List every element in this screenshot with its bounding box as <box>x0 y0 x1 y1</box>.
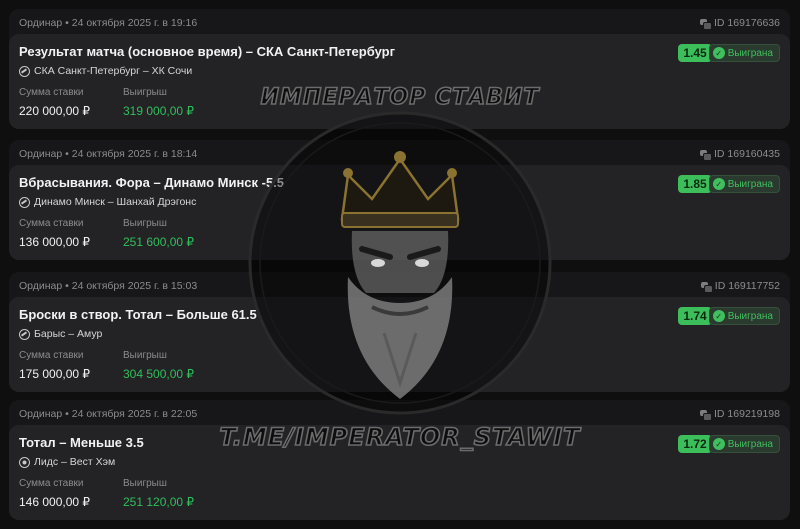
win-value: 319 000,00 ₽ <box>123 104 195 118</box>
copy-icon <box>700 149 713 161</box>
status-text: Выиграна <box>727 178 773 190</box>
bet-id[interactable]: ID 169219198 <box>700 408 780 421</box>
bet-title: Броски в створ. Тотал – Больше 61.5 <box>19 307 257 322</box>
bet-id[interactable]: ID 169117752 <box>700 280 780 293</box>
stake-value: 175 000,00 ₽ <box>19 367 91 381</box>
bet-card[interactable]: Тотал – Меньше 3.5 Лидс – Вест Хэм Сумма… <box>9 425 790 520</box>
bet-id[interactable]: ID 169176636 <box>700 17 780 30</box>
check-icon: ✓ <box>712 178 725 190</box>
bet-match: Динамо Минск – Шанхай Дрэгонс <box>19 196 196 208</box>
bet-match-text: СКА Санкт-Петербург – ХК Сочи <box>34 65 193 77</box>
bet-card[interactable]: Результат матча (основное время) – СКА С… <box>9 34 790 129</box>
stake-value: 146 000,00 ₽ <box>19 495 91 509</box>
status-badge: ✓ Выиграна <box>708 175 780 193</box>
copy-icon <box>700 18 713 30</box>
bet-meta: Ординар • 24 октября 2025 г. в 18:14 <box>19 148 198 160</box>
bet-meta: Ординар • 24 октября 2025 г. в 15:03 <box>19 280 198 292</box>
bet-match: СКА Санкт-Петербург – ХК Сочи <box>19 65 192 77</box>
bet-match-text: Лидс – Вест Хэм <box>34 456 116 468</box>
bet-id-text: ID 169160435 <box>714 148 780 160</box>
check-icon: ✓ <box>712 47 725 59</box>
bet-item[interactable]: Ординар • 24 октября 2025 г. в 15:03 ID … <box>9 272 790 392</box>
win-label: Выигрыш <box>123 350 167 361</box>
soccer-ball-icon <box>19 456 30 468</box>
bet-title: Результат матча (основное время) – СКА С… <box>19 44 395 59</box>
stake-value: 220 000,00 ₽ <box>19 104 91 118</box>
copy-icon <box>700 281 713 293</box>
hockey-puck-icon <box>19 65 30 77</box>
hockey-puck-icon <box>19 196 30 208</box>
odds-badge: 1.85 <box>678 175 712 193</box>
stake-label: Сумма ставки <box>19 478 84 489</box>
odds-badge: 1.72 <box>678 435 712 453</box>
check-icon: ✓ <box>712 310 725 322</box>
odds-badge: 1.74 <box>678 307 712 325</box>
stake-label: Сумма ставки <box>19 218 84 229</box>
win-value: 251 600,00 ₽ <box>123 235 195 249</box>
bet-title: Тотал – Меньше 3.5 <box>19 435 144 450</box>
bet-id-text: ID 169176636 <box>714 17 780 29</box>
bet-id-text: ID 169219198 <box>714 408 780 420</box>
bet-card[interactable]: Вбрасывания. Фора – Динамо Минск -5.5 Ди… <box>9 165 790 260</box>
bet-item[interactable]: Ординар • 24 октября 2025 г. в 18:14 ID … <box>9 140 790 260</box>
bet-item[interactable]: Ординар • 24 октября 2025 г. в 19:16 ID … <box>9 9 790 129</box>
stake-value: 136 000,00 ₽ <box>19 235 91 249</box>
bet-id[interactable]: ID 169160435 <box>700 148 780 161</box>
bet-meta: Ординар • 24 октября 2025 г. в 22:05 <box>19 408 198 420</box>
stake-label: Сумма ставки <box>19 350 84 361</box>
status-text: Выиграна <box>727 310 773 322</box>
win-value: 304 500,00 ₽ <box>123 367 195 381</box>
bet-match-text: Динамо Минск – Шанхай Дрэгонс <box>34 196 197 208</box>
status-badge: ✓ Выиграна <box>708 307 780 325</box>
win-label: Выигрыш <box>123 87 167 98</box>
bet-item[interactable]: Ординар • 24 октября 2025 г. в 22:05 ID … <box>9 400 790 520</box>
copy-icon <box>700 409 713 421</box>
win-label: Выигрыш <box>123 218 167 229</box>
bet-match: Барыс – Амур <box>19 328 102 340</box>
bet-match-text: Барыс – Амур <box>34 328 103 340</box>
odds-badge: 1.45 <box>678 44 712 62</box>
status-text: Выиграна <box>727 47 773 59</box>
stake-label: Сумма ставки <box>19 87 84 98</box>
win-label: Выигрыш <box>123 478 167 489</box>
bet-title: Вбрасывания. Фора – Динамо Минск -5.5 <box>19 175 285 190</box>
bet-card[interactable]: Броски в створ. Тотал – Больше 61.5 Бары… <box>9 297 790 392</box>
status-badge: ✓ Выиграна <box>708 435 780 453</box>
bet-meta: Ординар • 24 октября 2025 г. в 19:16 <box>19 17 198 29</box>
status-text: Выиграна <box>727 438 773 450</box>
hockey-puck-icon <box>19 328 30 340</box>
win-value: 251 120,00 ₽ <box>123 495 195 509</box>
status-badge: ✓ Выиграна <box>708 44 780 62</box>
bet-id-text: ID 169117752 <box>714 280 780 292</box>
check-icon: ✓ <box>712 438 725 450</box>
bet-match: Лидс – Вест Хэм <box>19 456 115 468</box>
